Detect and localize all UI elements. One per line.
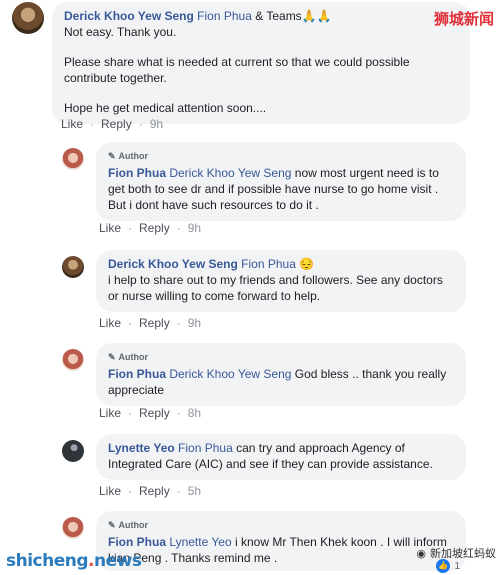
comment-1: Derick Khoo Yew Seng Fion Phua & Teams🙏🙏… (12, 2, 470, 124)
watermark-bottom-left: shicheng.news (6, 551, 142, 571)
separator: · (176, 484, 181, 498)
pencil-icon: ✎ (108, 352, 116, 362)
separator: · (176, 316, 181, 330)
avatar[interactable] (62, 256, 84, 278)
reply-comment: ✎ Author Fion Phua Derick Khoo Yew Seng n… (62, 142, 466, 221)
tagged-name[interactable]: Fion Phua (197, 9, 252, 23)
like-button[interactable]: Like (99, 406, 121, 420)
reaction-count[interactable]: 1 (454, 561, 460, 572)
watermark-top-right: 狮城新闻 (433, 10, 494, 28)
commenter-name[interactable]: Fion Phua (108, 535, 166, 549)
avatar[interactable] (62, 349, 84, 371)
like-button[interactable]: Like (99, 221, 121, 235)
pencil-icon: ✎ (108, 151, 116, 161)
comment-actions: Like · Reply · 9h (99, 316, 201, 330)
comment-text: Not easy. Thank you. Please share what i… (64, 24, 458, 116)
separator: · (128, 221, 133, 235)
comment-bubble: ✎ Author Fion Phua Lynette Yeo i know Mr … (96, 511, 466, 571)
comment-line: Please share what is needed at current s… (64, 55, 410, 85)
comment-bubble: Derick Khoo Yew Seng Fion Phua 😔 i help … (96, 250, 466, 312)
like-reaction-icon[interactable]: 👍 (436, 559, 450, 573)
timestamp[interactable]: 8h (188, 406, 201, 420)
tagged-name[interactable]: Fion Phua (241, 257, 296, 271)
commenter-name[interactable]: Lynette Yeo (108, 441, 175, 455)
wechat-icon: ◉ (416, 546, 426, 560)
comment-line: Hope he get medical attention soon.... (64, 101, 267, 115)
separator: · (138, 117, 143, 131)
reply-button[interactable]: Reply (139, 406, 170, 420)
separator: · (176, 221, 181, 235)
pencil-icon: ✎ (108, 520, 116, 530)
comment-actions: Like · Reply · 5h (99, 484, 201, 498)
commenter-name[interactable]: Fion Phua (108, 166, 166, 180)
reply-button[interactable]: Reply (139, 316, 170, 330)
pensive-emoji-icon: 😔 (299, 257, 315, 271)
reply-button[interactable]: Reply (139, 484, 170, 498)
tagged-name[interactable]: Fion Phua (178, 441, 233, 455)
separator: · (128, 484, 133, 498)
tagged-name[interactable]: Derick Khoo Yew Seng (169, 367, 291, 381)
comment-text: Lynette Yeo Fion Phua can try and approa… (108, 440, 454, 472)
like-button[interactable]: Like (99, 316, 121, 330)
pray-emoji-icon: 🙏🙏 (301, 9, 332, 23)
separator: · (90, 117, 95, 131)
avatar[interactable] (62, 148, 84, 170)
timestamp[interactable]: 9h (150, 117, 163, 131)
separator: · (176, 406, 181, 420)
author-badge: ✎ Author (108, 349, 454, 365)
author-badge: ✎ Author (108, 148, 454, 164)
timestamp[interactable]: 9h (188, 316, 201, 330)
comment-text: Fion Phua Derick Khoo Yew Seng God bless… (108, 366, 454, 398)
comment-line: Not easy. Thank you. (64, 25, 177, 39)
author-badge: ✎ Author (108, 517, 454, 533)
comment-bubble: ✎ Author Fion Phua Derick Khoo Yew Seng n… (96, 142, 466, 221)
comment-text: Derick Khoo Yew Seng Fion Phua 😔 i help … (108, 256, 454, 304)
comment-bubble: ✎ Author Fion Phua Derick Khoo Yew Seng G… (96, 343, 466, 406)
tagged-name[interactable]: Derick Khoo Yew Seng (169, 166, 291, 180)
comment-bubble: Lynette Yeo Fion Phua can try and approa… (96, 434, 466, 480)
reply-button[interactable]: Reply (101, 117, 132, 131)
comment-bubble: Derick Khoo Yew Seng Fion Phua & Teams🙏🙏… (52, 2, 470, 124)
reply-comment: Derick Khoo Yew Seng Fion Phua 😔 i help … (62, 250, 466, 312)
comment-body: i help to share out to my friends and fo… (108, 273, 443, 303)
avatar[interactable] (12, 2, 44, 34)
commenter-name[interactable]: Derick Khoo Yew Seng (108, 257, 238, 271)
tagged-name[interactable]: Lynette Yeo (169, 535, 231, 549)
comment-text: Fion Phua Lynette Yeo i know Mr Then Khe… (108, 534, 454, 566)
comment-text: Fion Phua Derick Khoo Yew Seng now most … (108, 165, 454, 213)
separator: · (128, 316, 133, 330)
tag-suffix: & Teams (255, 9, 302, 23)
separator: · (128, 406, 133, 420)
timestamp[interactable]: 9h (188, 221, 201, 235)
reply-comment: Lynette Yeo Fion Phua can try and approa… (62, 434, 466, 480)
like-button[interactable]: Like (99, 484, 121, 498)
reply-button[interactable]: Reply (139, 221, 170, 235)
like-button[interactable]: Like (61, 117, 83, 131)
avatar[interactable] (62, 517, 84, 539)
comment-actions: Like · Reply · 9h (61, 117, 163, 131)
watermark-bottom-right: ◉ 新加坡红蚂蚁 (416, 546, 496, 561)
timestamp[interactable]: 5h (188, 484, 201, 498)
commenter-name[interactable]: Fion Phua (108, 367, 166, 381)
avatar[interactable] (62, 440, 84, 462)
commenter-name[interactable]: Derick Khoo Yew Seng (64, 9, 194, 23)
comment-actions: Like · Reply · 8h (99, 406, 201, 420)
reply-comment: ✎ Author Fion Phua Derick Khoo Yew Seng G… (62, 343, 466, 406)
comment-actions: Like · Reply · 9h (99, 221, 201, 235)
